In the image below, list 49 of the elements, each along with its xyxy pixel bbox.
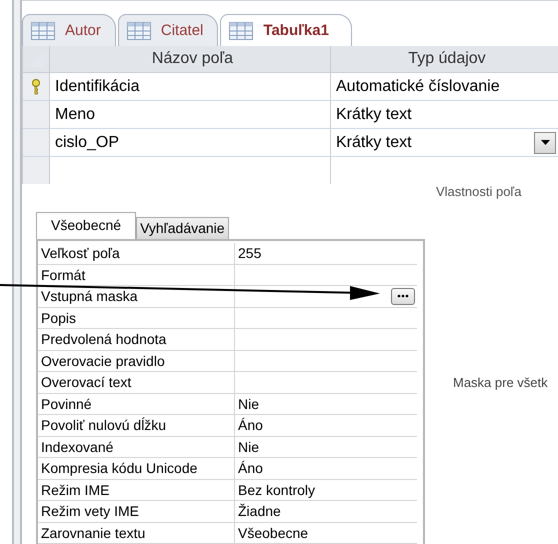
property-tab[interactable]: Všeobecné <box>36 212 136 239</box>
column-header: Názov poľa <box>50 46 331 72</box>
property-label: Formát <box>41 266 86 283</box>
field-name-cell[interactable]: cislo_OP <box>50 129 331 156</box>
property-label: Popis <box>41 310 76 326</box>
property-label: Kompresia kódu Unicode <box>41 460 198 476</box>
property-label: Vstupná maska <box>41 288 138 304</box>
dropdown-button[interactable] <box>534 132 556 154</box>
row-selector[interactable] <box>23 73 50 100</box>
column-header: Typ údajov <box>407 49 487 69</box>
builder-button[interactable] <box>391 288 415 305</box>
property-label: Overovací text <box>41 374 132 390</box>
property-value[interactable]: 255 <box>238 245 262 262</box>
property-label: Predvolená hodnota <box>41 331 166 348</box>
property-label: Povinné <box>41 396 92 412</box>
section-title: Vlastnosti poľa <box>435 184 522 199</box>
data-type-cell[interactable]: Automatické číslovanie <box>336 78 500 96</box>
field-name-cell[interactable]: Identifikácia <box>50 73 331 100</box>
property-value[interactable]: Áno <box>238 417 263 434</box>
property-value[interactable]: Bez kontroly <box>238 482 316 498</box>
property-value[interactable]: Žiadne <box>238 503 281 520</box>
property-label: Režim vety IME <box>41 503 140 520</box>
property-tab[interactable]: Vyhľadávanie <box>136 217 229 239</box>
key-icon <box>31 78 41 94</box>
document-tab[interactable]: Autor <box>22 14 116 46</box>
property-label: Indexované <box>41 438 114 455</box>
property-value[interactable]: Nie <box>238 396 260 412</box>
table-icon <box>229 22 254 40</box>
ellipsis-icon <box>397 294 409 298</box>
property-label: Režim IME <box>41 482 110 498</box>
property-label: Povoliť nulovú dĺžku <box>41 417 166 434</box>
field-name-cell[interactable]: Meno <box>50 101 331 128</box>
row-selector[interactable] <box>23 157 50 184</box>
caret-icon <box>540 140 550 145</box>
document-tab[interactable]: Tabuľka1 <box>220 14 352 46</box>
property-label: Overovacie pravidlo <box>41 352 165 369</box>
document-tab[interactable]: Citatel <box>118 14 218 46</box>
row-selector[interactable] <box>23 129 50 156</box>
row-selector[interactable] <box>23 101 50 128</box>
property-label: Zarovnanie textu <box>41 524 146 541</box>
property-value[interactable]: Všeobecne <box>238 524 308 541</box>
property-value[interactable]: Nie <box>238 438 260 455</box>
data-type-cell[interactable]: Krátky text <box>336 106 412 124</box>
data-type-cell[interactable]: Krátky text <box>336 134 412 152</box>
help-text: Maska pre všetk <box>452 375 549 390</box>
property-label: Veľkosť poľa <box>41 245 120 262</box>
table-icon <box>126 22 151 40</box>
property-value[interactable]: Áno <box>238 460 263 476</box>
table-icon <box>31 22 55 40</box>
